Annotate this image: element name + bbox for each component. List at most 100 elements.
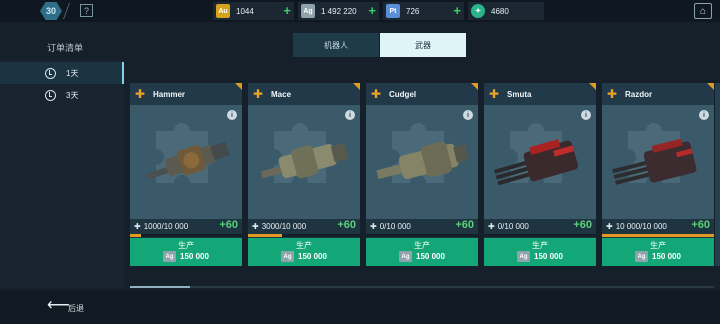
duration-item-3-days[interactable]: 3天 <box>0 84 124 106</box>
shop-icon[interactable]: ⌂ <box>694 3 712 19</box>
gain-amount: +60 <box>219 219 238 231</box>
puzzle-piece-icon: ✚ <box>135 87 146 101</box>
platinum-icon: Pt <box>386 4 400 18</box>
weapon-card[interactable]: ✚ Smuta i ✚ 0/10 000 +60 生产 Ag 150 000 <box>484 83 596 266</box>
corner-marker <box>353 83 360 90</box>
produce-button[interactable]: 生产 Ag 150 000 <box>366 238 478 266</box>
card-header: ✚ Mace <box>248 83 360 105</box>
add-silver-button[interactable]: + <box>368 4 376 17</box>
add-platinum-button[interactable]: + <box>453 4 461 17</box>
card-header: ✚ Cudgel <box>366 83 478 105</box>
silver-value: 1 492 220 <box>321 6 357 16</box>
weapon-image <box>136 133 236 198</box>
progress-value: 0/10 000 <box>497 222 529 231</box>
info-icon[interactable]: i <box>463 110 473 120</box>
weapon-card[interactable]: ✚ Mace i ✚ 3000/10 000 +60 生产 Ag 150 000 <box>248 83 360 266</box>
info-icon[interactable]: i <box>345 110 355 120</box>
silver-icon: Ag <box>281 251 295 262</box>
key-icon: ✦ <box>471 4 485 18</box>
weapon-card[interactable]: ✚ Cudgel i ✚ 0/10 000 +60 生产 Ag 150 000 <box>366 83 478 266</box>
weapon-image <box>254 133 354 198</box>
weapon-preview[interactable]: i <box>130 105 242 219</box>
corner-marker <box>471 83 478 90</box>
cost-row: Ag 150 000 <box>366 251 478 262</box>
tab-weapons[interactable]: 武器 <box>380 33 466 57</box>
produce-label: 生产 <box>414 241 430 250</box>
weapon-image <box>490 133 590 198</box>
info-icon[interactable]: i <box>699 110 709 120</box>
silver-icon: Ag <box>163 251 177 262</box>
weapon-preview[interactable]: i <box>484 105 596 219</box>
help-icon[interactable]: ? <box>80 4 93 17</box>
info-icon[interactable]: i <box>227 110 237 120</box>
cost-value: 150 000 <box>416 252 445 261</box>
produce-label: 生产 <box>178 241 194 250</box>
info-icon[interactable]: i <box>581 110 591 120</box>
card-header: ✚ Hammer <box>130 83 242 105</box>
progress-bar <box>248 234 360 237</box>
puzzle-piece-icon: ✚ <box>253 87 264 101</box>
progress-value: 3000/10 000 <box>261 222 307 231</box>
produce-button[interactable]: 生产 Ag 150 000 <box>130 238 242 266</box>
tab-robots[interactable]: 机器人 <box>293 33 379 57</box>
puzzle-piece-icon: ✚ <box>489 87 500 101</box>
blueprint-progress: ✚ 0/10 000 <box>370 222 411 231</box>
currency-gold: Au 1044 + <box>213 2 294 20</box>
gain-amount: +60 <box>337 219 356 231</box>
duration-label: 1天 <box>66 68 79 78</box>
duration-item-1-day[interactable]: 1天 <box>0 62 124 84</box>
blueprint-progress: ✚ 1000/10 000 <box>134 222 188 231</box>
corner-marker <box>235 83 242 90</box>
weapon-preview[interactable]: i <box>248 105 360 219</box>
add-gold-button[interactable]: + <box>283 4 291 17</box>
produce-button[interactable]: 生产 Ag 150 000 <box>602 238 714 266</box>
currency-silver: Ag 1 492 220 + <box>298 2 379 20</box>
weapon-card[interactable]: ✚ Razdor i ✚ 10 000/10 000 +60 生产 Ag 150 000 <box>602 83 714 266</box>
progress-bar-fill <box>248 234 282 237</box>
weapon-image <box>372 133 472 198</box>
weapon-name: Smuta <box>507 89 532 99</box>
horizontal-scrollbar[interactable] <box>130 286 714 288</box>
next-card-edge <box>715 83 720 266</box>
produce-button[interactable]: 生产 Ag 150 000 <box>484 238 596 266</box>
silver-icon: Ag <box>399 251 413 262</box>
silver-icon: Ag <box>635 251 649 262</box>
clock-icon <box>45 89 56 101</box>
cost-row: Ag 150 000 <box>484 251 596 262</box>
puzzle-piece-icon: ✚ <box>488 222 495 231</box>
progress-bar-fill <box>130 234 141 237</box>
card-header: ✚ Smuta <box>484 83 596 105</box>
scrollbar-thumb[interactable] <box>130 286 190 288</box>
silver-icon: Ag <box>301 4 315 18</box>
weapon-preview[interactable]: i <box>366 105 478 219</box>
weapon-name: Mace <box>271 89 292 99</box>
produce-label: 生产 <box>650 241 666 250</box>
blueprint-progress: ✚ 3000/10 000 <box>252 222 306 231</box>
progress-value: 10 000/10 000 <box>615 222 667 231</box>
puzzle-piece-icon: ✚ <box>370 222 377 231</box>
silver-icon: Ag <box>517 251 531 262</box>
corner-marker <box>589 83 596 90</box>
corner-marker <box>707 83 714 90</box>
cost-value: 150 000 <box>652 252 681 261</box>
blueprint-progress: ✚ 0/10 000 <box>488 222 529 231</box>
puzzle-piece-icon: ✚ <box>607 87 618 101</box>
cost-value: 150 000 <box>298 252 327 261</box>
weapon-preview[interactable]: i <box>602 105 714 219</box>
gold-icon: Au <box>216 4 230 18</box>
produce-button[interactable]: 生产 Ag 150 000 <box>248 238 360 266</box>
platinum-value: 726 <box>406 6 420 16</box>
puzzle-piece-icon: ✚ <box>371 87 382 101</box>
back-button[interactable]: 后退 <box>68 303 84 314</box>
progress-value: 1000/10 000 <box>143 222 189 231</box>
bottom-bar <box>0 291 720 324</box>
cost-value: 150 000 <box>180 252 209 261</box>
currency-platinum: Pt 726 + <box>383 2 464 20</box>
currency-keys: ✦ 4680 <box>468 2 544 20</box>
key-value: 4680 <box>491 6 509 16</box>
back-arrow-icon[interactable]: ⟵ <box>47 298 70 314</box>
weapon-name: Hammer <box>153 89 186 99</box>
weapon-card[interactable]: ✚ Hammer i ✚ 1000/10 000 +60 生产 Ag 150 000 <box>130 83 242 266</box>
puzzle-piece-icon: ✚ <box>134 222 141 231</box>
cost-value: 150 000 <box>534 252 563 261</box>
